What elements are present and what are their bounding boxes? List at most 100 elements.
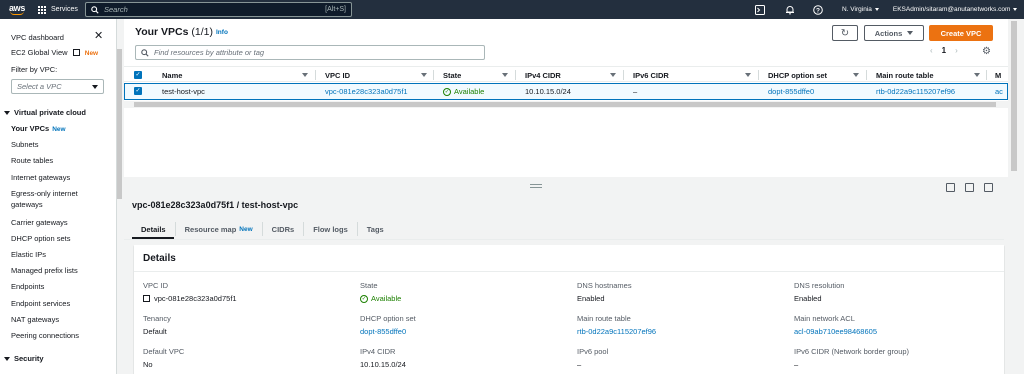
column-header-main-network-acl[interactable]: M (995, 67, 1001, 83)
row-checkbox[interactable]: ✓ (134, 87, 142, 95)
vertical-scrollbar[interactable] (1010, 19, 1018, 177)
sidebar-item-peering-connections[interactable]: Peering connections (11, 331, 79, 340)
tab-details[interactable]: Details (132, 222, 176, 236)
caret-down-icon (4, 357, 10, 362)
details-card: Details VPC ID vpc-081e28c323a0d75f1 Sta… (134, 245, 1004, 374)
main-network-acl-link[interactable]: acl-09ab710ee98468605 (794, 327, 994, 336)
aws-logo[interactable]: aws (2, 0, 32, 19)
column-header-ipv4-cidr[interactable]: IPv4 CIDR (525, 67, 561, 83)
cloudshell-icon[interactable] (754, 4, 766, 16)
services-menu-button[interactable]: Services (38, 5, 78, 14)
horizontal-scrollbar[interactable] (124, 101, 1008, 108)
tab-tags[interactable]: Tags (358, 222, 393, 236)
sidebar-item-dhcp-option-sets[interactable]: DHCP option sets (11, 234, 70, 243)
scrollbar-thumb[interactable] (117, 49, 122, 199)
vpc-filter-select[interactable]: Select a VPC (11, 79, 104, 94)
cell-dhcp-option-set-link[interactable]: dopt-855dffe0 (768, 84, 814, 99)
help-icon[interactable]: ? (812, 4, 824, 16)
column-header-state[interactable]: State (443, 67, 461, 83)
sidebar-item-egress-only-internet-gateways-line2[interactable]: gateways (11, 200, 43, 209)
column-header-dhcp-option-set[interactable]: DHCP option set (768, 67, 827, 83)
caret-down-icon (907, 31, 914, 35)
search-icon (91, 5, 99, 14)
caret-down-icon (4, 111, 10, 116)
cell-vpc-id-link[interactable]: vpc-081e28c323a0d75f1 (325, 84, 408, 99)
column-header-ipv6-cidr[interactable]: IPv6 CIDR (633, 67, 669, 83)
tab-cidrs[interactable]: CIDRs (263, 222, 305, 236)
search-icon (141, 48, 149, 57)
check-circle-icon: ✓ (443, 87, 451, 96)
section-security[interactable]: Security (4, 354, 44, 363)
close-icon[interactable]: ✕ (94, 31, 103, 42)
page-title: Your VPCs (1/1) (135, 26, 213, 38)
sidebar-item-carrier-gateways[interactable]: Carrier gateways (11, 218, 68, 227)
chevron-left-icon[interactable]: ‹ (930, 46, 933, 55)
actions-button[interactable]: Actions (864, 25, 924, 41)
cell-ipv6-cidr: – (633, 87, 638, 96)
column-header-vpc-id[interactable]: VPC ID (325, 67, 350, 83)
refresh-button[interactable]: ↻ (832, 25, 858, 41)
info-link[interactable]: Info (216, 29, 228, 36)
filter-by-vpc-label: Filter by VPC: (11, 65, 58, 74)
tab-flow-logs[interactable]: Flow logs (304, 222, 358, 236)
split-full-icon[interactable] (984, 183, 993, 192)
select-all-checkbox[interactable]: ✓ (134, 71, 142, 79)
region-selector[interactable]: N. Virginia (842, 6, 879, 13)
gear-icon[interactable]: ⚙ (982, 46, 991, 57)
details-tabs: Details Resource map New CIDRs Flow logs … (132, 221, 393, 237)
sort-icon[interactable] (974, 73, 980, 77)
sidebar-item-endpoint-services[interactable]: Endpoint services (11, 299, 70, 308)
field-main-route-table: Main route table rtb-0d22a9c115207ef96 (577, 314, 777, 336)
table-row[interactable]: ✓ test-host-vpc vpc-081e28c323a0d75f1 ✓ A… (124, 83, 1008, 100)
caret-down-icon (874, 8, 879, 11)
sidebar-item-endpoints[interactable]: Endpoints (11, 282, 44, 291)
copy-icon[interactable] (143, 295, 150, 302)
notifications-bell-icon[interactable] (784, 4, 796, 16)
account-menu[interactable]: EKSAdmin/sitaram@anutanetworks.com (893, 6, 1018, 13)
split-side-icon[interactable] (965, 183, 974, 192)
split-bottom-icon[interactable] (946, 183, 955, 192)
page-number[interactable]: 1 (942, 46, 946, 55)
scrollbar-thumb[interactable] (134, 102, 996, 107)
svg-text:?: ? (816, 7, 820, 14)
sidebar-item-internet-gateways[interactable]: Internet gateways (11, 173, 70, 182)
tab-resource-map[interactable]: Resource map New (176, 222, 263, 236)
sidebar-item-ec2-global-view[interactable]: EC2 Global View New (11, 48, 98, 57)
sidebar-item-managed-prefix-lists[interactable]: Managed prefix lists (11, 266, 78, 275)
sort-icon[interactable] (745, 73, 751, 77)
dhcp-option-set-link[interactable]: dopt-855dffe0 (360, 327, 560, 336)
sidebar-item-nat-gateways[interactable]: NAT gateways (11, 315, 59, 324)
cell-main-network-acl-link[interactable]: ac (995, 84, 1003, 99)
sort-icon[interactable] (853, 73, 859, 77)
sidebar-item-route-tables[interactable]: Route tables (11, 156, 53, 165)
create-vpc-button[interactable]: Create VPC (929, 25, 993, 41)
sidebar-item-subnets[interactable]: Subnets (11, 140, 39, 149)
sidebar-item-egress-only-internet-gateways[interactable]: Egress-only internet (11, 189, 78, 198)
filter-resources-input[interactable]: Find resources by attribute or tag (135, 45, 485, 60)
sort-icon[interactable] (502, 73, 508, 77)
global-search-input[interactable]: Search [Alt+S] (85, 2, 352, 17)
sidebar-item-vpc-dashboard[interactable]: VPC dashboard (11, 33, 64, 42)
section-virtual-private-cloud[interactable]: Virtual private cloud (4, 108, 86, 117)
sort-icon[interactable] (302, 73, 308, 77)
field-state: State ✓ Available (360, 281, 402, 303)
scrollbar-thumb[interactable] (1011, 21, 1017, 171)
cell-main-route-table-link[interactable]: rtb-0d22a9c115207ef96 (876, 84, 955, 99)
column-header-main-route-table[interactable]: Main route table (876, 67, 934, 83)
sidebar-scrollbar[interactable] (117, 19, 122, 374)
card-title: Details (143, 253, 176, 264)
split-panel-divider[interactable] (124, 177, 1008, 197)
sort-icon[interactable] (421, 73, 427, 77)
sort-icon[interactable] (610, 73, 616, 77)
pagination: ‹ 1 › (930, 46, 958, 55)
column-header-name[interactable]: Name (162, 67, 182, 83)
field-ipv6-pool: IPv6 pool – (577, 347, 609, 369)
field-dns-hostnames: DNS hostnames Enabled (577, 281, 632, 303)
sidebar-item-elastic-ips[interactable]: Elastic IPs (11, 250, 46, 259)
resize-handle-icon[interactable] (530, 184, 542, 188)
chevron-right-icon[interactable]: › (955, 46, 958, 55)
field-dhcp-option-set: DHCP option set dopt-855dffe0 (360, 314, 560, 336)
sidebar-item-your-vpcs[interactable]: Your VPCs New (11, 124, 66, 133)
field-tenancy: Tenancy Default (143, 314, 171, 336)
main-route-table-link[interactable]: rtb-0d22a9c115207ef96 (577, 327, 777, 336)
